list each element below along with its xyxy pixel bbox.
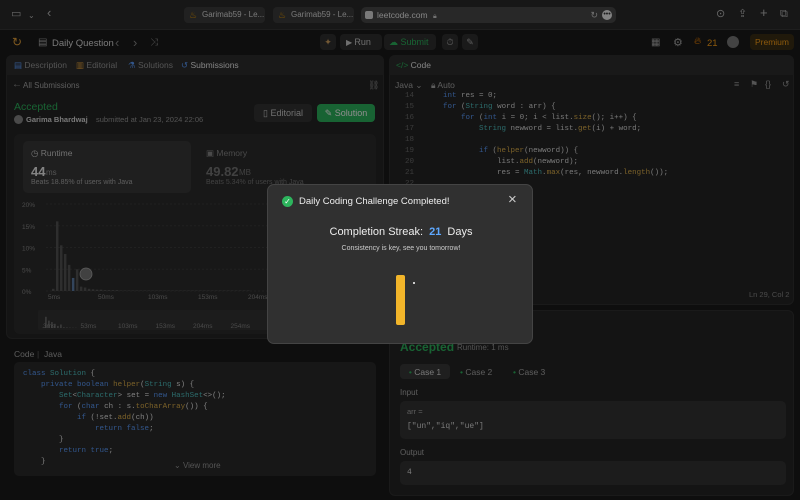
streak-animation-bar — [396, 275, 405, 325]
animation-particle — [413, 282, 415, 284]
check-circle-icon: ✓ — [282, 196, 293, 207]
challenge-complete-modal: ✓ Daily Coding Challenge Completed! × Co… — [267, 184, 533, 344]
close-icon[interactable]: × — [508, 191, 517, 208]
streak-days-value: 21 — [429, 226, 442, 238]
modal-title: Daily Coding Challenge Completed! — [299, 196, 450, 207]
streak-line: Completion Streak: 21 Days — [329, 226, 473, 238]
modal-subtitle: Consistency is key, see you tomorrow! — [341, 245, 461, 252]
